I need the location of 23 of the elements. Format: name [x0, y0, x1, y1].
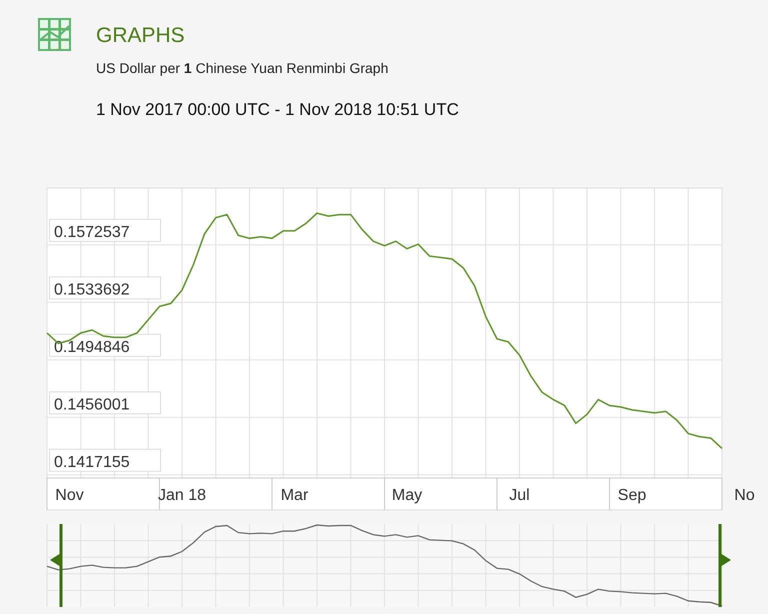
chart-grid-icon	[38, 18, 71, 51]
y-tick-label: 0.1494846	[54, 338, 130, 356]
y-tick-label: 0.1456001	[54, 396, 130, 414]
section-title: GRAPHS	[96, 24, 186, 48]
y-axis-label: 0.1494846	[49, 334, 161, 357]
y-axis-label: 0.1572537	[49, 218, 161, 242]
y-tick-label: 0.1533692	[54, 281, 130, 298]
y-tick-label: 0.1572537	[54, 224, 130, 241]
x-axis-label: May	[392, 487, 422, 504]
range-handle[interactable]	[718, 524, 731, 607]
graph-subtitle: US Dollar per 1 Chinese Yuan Renminbi Graph	[96, 59, 390, 78]
y-axis-label: 0.1533692	[49, 276, 161, 300]
range-handle[interactable]	[50, 524, 62, 607]
x-axis-label: Mar	[280, 487, 308, 504]
y-axis-label: 0.1417155	[49, 448, 161, 472]
y-axis-label: 0.1456001	[49, 391, 161, 414]
x-axis-label: Sep	[618, 487, 646, 504]
x-axis-label: Jan 18	[158, 487, 206, 504]
x-axis-label: Nov	[55, 487, 84, 504]
x-axis-label: Jul	[509, 487, 530, 504]
date-range: 1 Nov 2017 00:00 UTC - 1 Nov 2018 10:51 UTC	[96, 99, 459, 121]
y-tick-label: 0.1417155	[54, 454, 130, 471]
x-axis-label: No	[734, 487, 755, 504]
